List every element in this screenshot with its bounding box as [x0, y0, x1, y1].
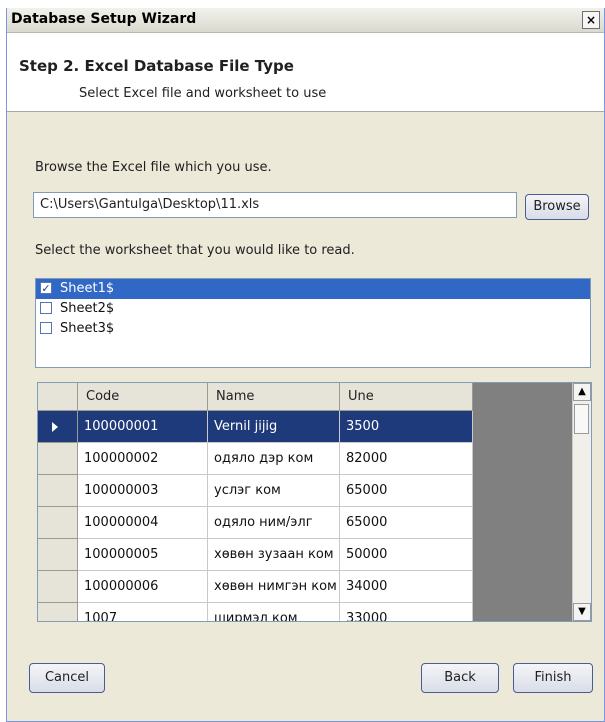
wizard-window: Database Setup Wizard × Step 2. Excel Da…	[6, 8, 605, 722]
worksheet-item[interactable]: Sheet2$	[36, 299, 590, 319]
worksheet-prompt: Select the worksheet that you would like…	[35, 243, 355, 258]
worksheet-item[interactable]: Sheet3$	[36, 319, 590, 339]
cell-name[interactable]: хөвөн зузаан ком	[208, 539, 340, 571]
checkbox-icon[interactable]	[40, 302, 52, 314]
worksheet-list[interactable]: ✓ Sheet1$ Sheet2$ Sheet3$	[35, 278, 591, 368]
scroll-up-icon[interactable]: ▲	[573, 383, 591, 401]
worksheet-name: Sheet2$	[60, 301, 115, 316]
cell-code[interactable]: 100000003	[78, 475, 208, 507]
cell-code[interactable]: 100000004	[78, 507, 208, 539]
cell-name[interactable]: услэг ком	[208, 475, 340, 507]
cell-une[interactable]: 34000	[340, 571, 473, 603]
table-row[interactable]: 100000005 хөвөн зузаан ком 50000	[38, 539, 473, 571]
row-header[interactable]	[38, 603, 78, 621]
row-header[interactable]	[38, 443, 78, 475]
table-row[interactable]: 1007 ширмэл ком 33000	[38, 603, 473, 621]
cell-name[interactable]: ширмэл ком	[208, 603, 340, 621]
wizard-header: Step 2. Excel Database File Type Select …	[7, 33, 604, 112]
cell-name[interactable]: одяло дэр ком	[208, 443, 340, 475]
current-row-arrow-icon	[52, 422, 58, 432]
cell-code[interactable]: 1007	[78, 603, 208, 621]
column-header-name[interactable]: Name	[208, 383, 340, 411]
worksheet-item[interactable]: ✓ Sheet1$	[36, 279, 590, 299]
cell-une[interactable]: 50000	[340, 539, 473, 571]
row-header[interactable]	[38, 539, 78, 571]
file-path-input[interactable]: C:\Users\Gantulga\Desktop\11.xls	[33, 192, 517, 218]
scroll-thumb[interactable]	[574, 404, 589, 434]
table-row[interactable]: 100000002 одяло дэр ком 82000	[38, 443, 473, 475]
cell-code[interactable]: 100000002	[78, 443, 208, 475]
cell-une[interactable]: 3500	[340, 411, 473, 443]
cell-name[interactable]: одяло ним/элг	[208, 507, 340, 539]
table-row[interactable]: 100000004 одяло ним/элг 65000	[38, 507, 473, 539]
checkbox-checked-icon[interactable]: ✓	[40, 282, 52, 294]
cell-code[interactable]: 100000005	[78, 539, 208, 571]
window-title: Database Setup Wizard	[11, 11, 197, 27]
table-row[interactable]: 100000001 Vernil jijig 3500	[38, 411, 473, 443]
step-subtitle: Select Excel file and worksheet to use	[79, 86, 327, 101]
worksheet-name: Sheet3$	[60, 321, 115, 336]
back-button[interactable]: Back	[421, 663, 499, 693]
cell-name[interactable]: Vernil jijig	[208, 411, 340, 443]
cell-code[interactable]: 100000006	[78, 571, 208, 603]
data-grid[interactable]: Code Name Une 100000001 Vernil jijig 350…	[37, 382, 592, 622]
title-bar: Database Setup Wizard ×	[7, 8, 604, 33]
cell-une[interactable]: 82000	[340, 443, 473, 475]
worksheet-name: Sheet1$	[60, 281, 115, 296]
cell-une[interactable]: 33000	[340, 603, 473, 621]
row-header[interactable]	[38, 411, 78, 443]
browse-button[interactable]: Browse	[525, 194, 589, 220]
table-row[interactable]: 100000003 услэг ком 65000	[38, 475, 473, 507]
cancel-button[interactable]: Cancel	[29, 663, 105, 693]
cell-une[interactable]: 65000	[340, 507, 473, 539]
column-header-une[interactable]: Une	[340, 383, 473, 411]
cell-une[interactable]: 65000	[340, 475, 473, 507]
cell-name[interactable]: хөвөн нимгэн ком	[208, 571, 340, 603]
row-header-corner	[38, 383, 78, 411]
step-title: Step 2. Excel Database File Type	[19, 57, 294, 75]
finish-button[interactable]: Finish	[513, 663, 593, 693]
row-header[interactable]	[38, 571, 78, 603]
row-header[interactable]	[38, 475, 78, 507]
scroll-down-icon[interactable]: ▼	[573, 603, 591, 621]
column-header-code[interactable]: Code	[78, 383, 208, 411]
close-button[interactable]: ×	[582, 11, 600, 29]
checkbox-icon[interactable]	[40, 322, 52, 334]
grid-header: Code Name Une	[38, 383, 473, 411]
vertical-scrollbar[interactable]: ▲ ▼	[572, 383, 591, 621]
file-prompt: Browse the Excel file which you use.	[35, 160, 272, 175]
table-row[interactable]: 100000006 хөвөн нимгэн ком 34000	[38, 571, 473, 603]
row-header[interactable]	[38, 507, 78, 539]
cell-code[interactable]: 100000001	[78, 411, 208, 443]
